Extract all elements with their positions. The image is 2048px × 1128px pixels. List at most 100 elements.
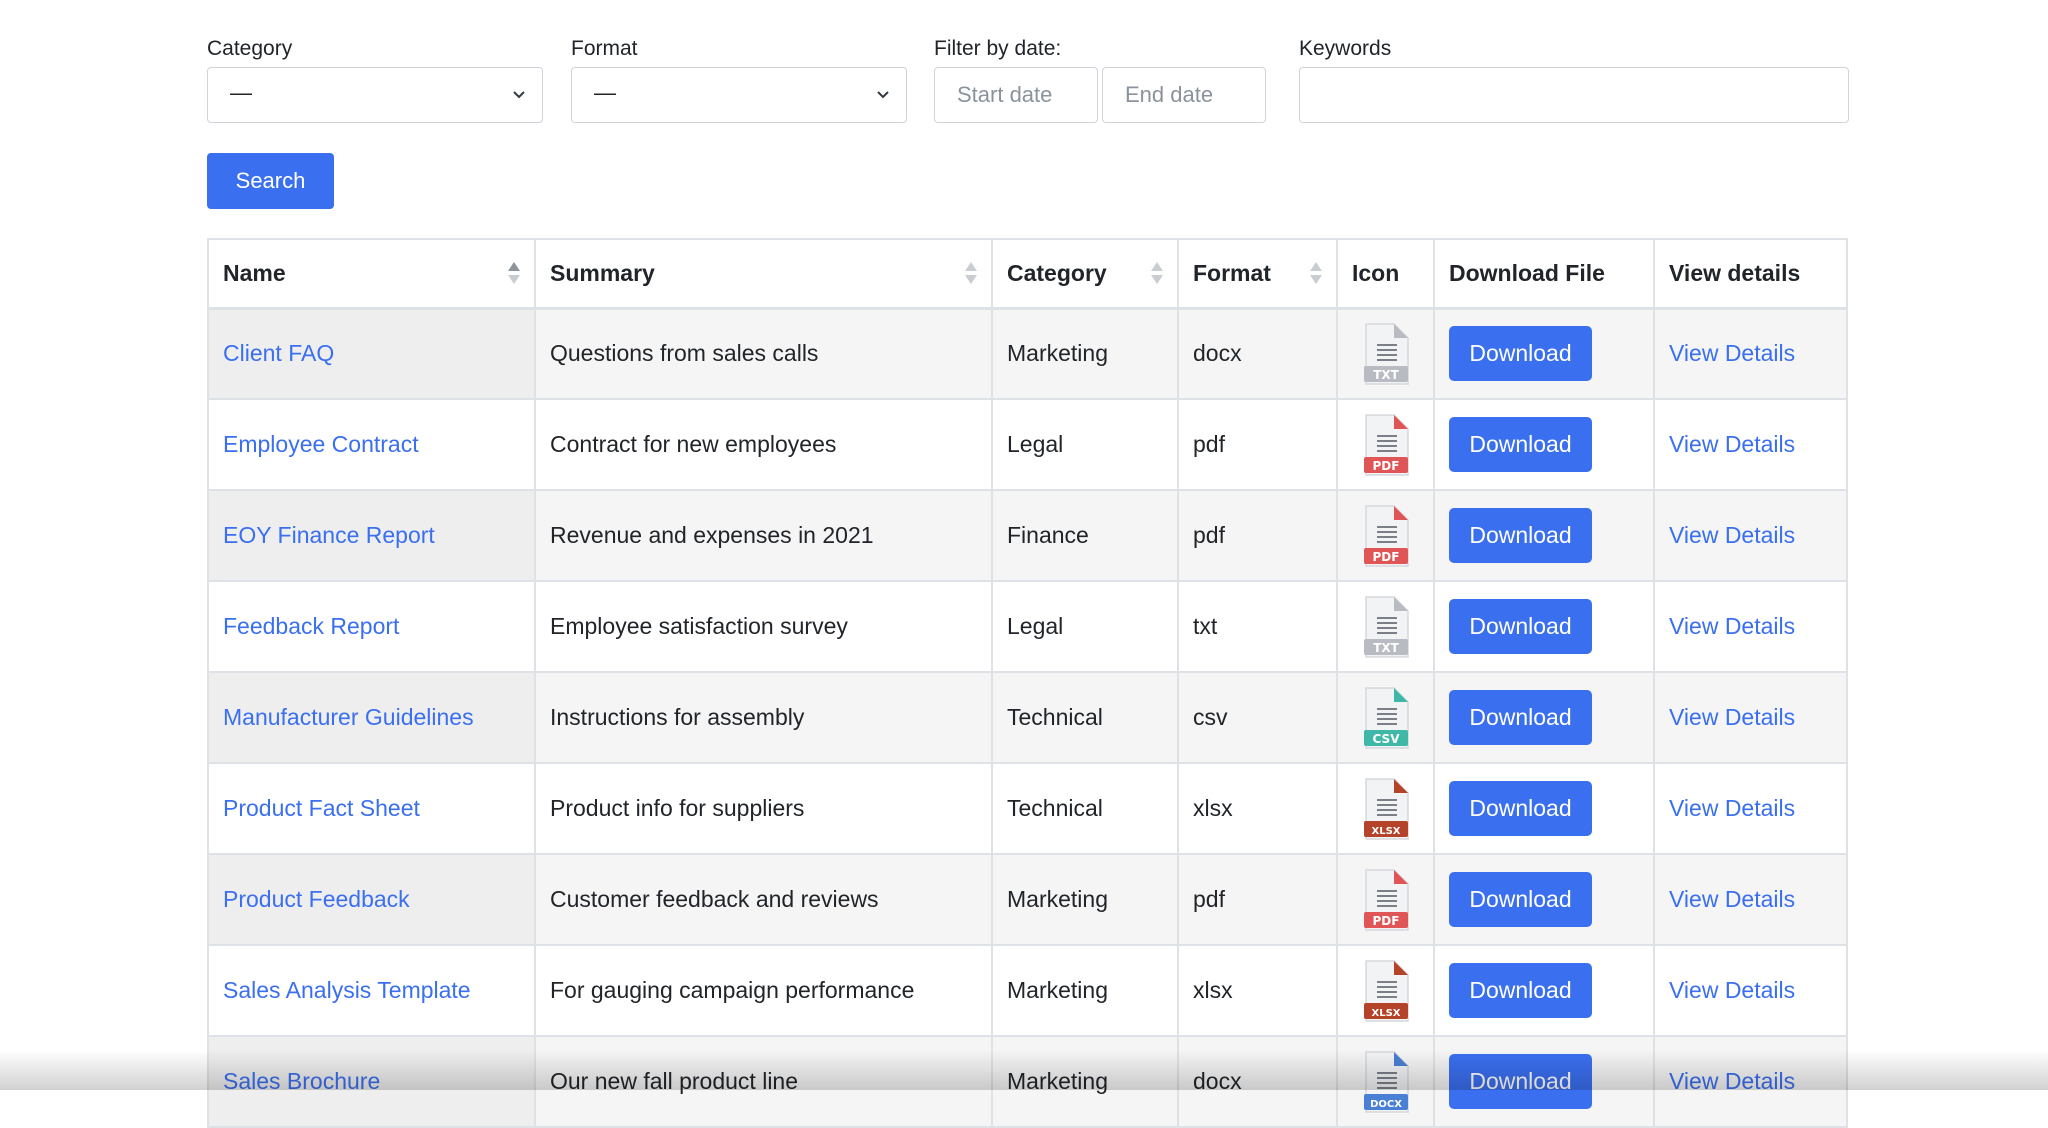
document-name-link[interactable]: Employee Contract <box>223 431 419 457</box>
column-header-label: Category <box>1007 259 1107 286</box>
format-cell: pdf <box>1177 853 1338 946</box>
table-body: Client FAQ Questions from sales calls Mark… <box>207 307 1848 1128</box>
view-details-link[interactable]: View Details <box>1669 1068 1795 1094</box>
table-row: Client FAQ Questions from sales calls Mark… <box>207 307 1848 400</box>
file-type-label: XLSX <box>1371 1008 1400 1019</box>
details-cell: View Details <box>1653 1035 1848 1128</box>
name-cell: Manufacturer Guidelines <box>207 671 536 764</box>
category-select[interactable]: — <box>207 67 543 123</box>
view-details-link[interactable]: View Details <box>1669 886 1795 912</box>
txt-file-icon: TXT <box>1363 323 1409 385</box>
column-header-category[interactable]: Category <box>991 238 1179 310</box>
download-cell: Download <box>1433 489 1655 582</box>
view-details-link[interactable]: View Details <box>1669 977 1795 1003</box>
download-button[interactable]: Download <box>1449 599 1592 654</box>
table-row: Feedback Report Employee satisfaction sur… <box>207 580 1848 673</box>
table-row: Employee Contract Contract for new employ… <box>207 398 1848 491</box>
view-details-link[interactable]: View Details <box>1669 613 1795 639</box>
sort-icon <box>965 262 977 286</box>
download-button[interactable]: Download <box>1449 417 1592 472</box>
download-cell: Download <box>1433 580 1655 673</box>
download-cell: Download <box>1433 944 1655 1037</box>
download-cell: Download <box>1433 1035 1655 1128</box>
category-select-value: — <box>230 80 252 105</box>
download-button[interactable]: Download <box>1449 326 1592 382</box>
keywords-input[interactable] <box>1299 67 1849 123</box>
icon-cell: XLSX <box>1336 944 1435 1037</box>
icon-cell: TXT <box>1336 307 1435 400</box>
file-type-label: XLSX <box>1371 826 1400 837</box>
category-filter-label: Category <box>207 37 293 60</box>
icon-cell: TXT <box>1336 580 1435 673</box>
document-name-link[interactable]: Sales Analysis Template <box>223 977 471 1003</box>
column-header-label: Summary <box>550 259 655 286</box>
category-filter: Category — <box>207 35 543 123</box>
end-date-input[interactable] <box>1102 67 1266 123</box>
format-cell: docx <box>1177 1035 1338 1128</box>
sort-icon <box>1151 262 1163 286</box>
sort-ascending-icon <box>508 262 520 286</box>
name-cell: Sales Analysis Template <box>207 944 536 1037</box>
category-cell: Legal <box>991 580 1179 673</box>
table-row: Manufacturer Guidelines Instructions for … <box>207 671 1848 764</box>
sort-icon <box>1310 262 1322 286</box>
column-header-format[interactable]: Format <box>1177 238 1338 310</box>
column-header-label: Format <box>1193 259 1271 286</box>
category-cell: Legal <box>991 398 1179 491</box>
table-row: Sales Analysis Template For gauging campa… <box>207 944 1848 1037</box>
document-name-link[interactable]: Product Feedback <box>223 886 410 912</box>
documents-table: Name Summary Category Format Icon Downlo… <box>207 238 1848 1128</box>
summary-cell: Instructions for assembly <box>534 671 993 764</box>
summary-cell: Contract for new employees <box>534 398 993 491</box>
column-header-name[interactable]: Name <box>207 238 536 310</box>
txt-file-icon: TXT <box>1363 595 1409 658</box>
xlsx-file-icon: XLSX <box>1363 777 1409 840</box>
format-cell: csv <box>1177 671 1338 764</box>
document-name-link[interactable]: Product Fact Sheet <box>223 795 420 821</box>
date-filter: Filter by date: <box>934 35 1266 123</box>
format-select[interactable]: — <box>571 67 907 123</box>
document-name-link[interactable]: Manufacturer Guidelines <box>223 704 474 730</box>
view-details-link[interactable]: View Details <box>1669 704 1795 730</box>
pdf-file-icon: PDF <box>1363 504 1409 567</box>
format-filter-label: Format <box>571 37 638 60</box>
view-details-link[interactable]: View Details <box>1669 795 1795 821</box>
icon-cell: DOCX <box>1336 1035 1435 1128</box>
summary-cell: For gauging campaign performance <box>534 944 993 1037</box>
details-cell: View Details <box>1653 944 1848 1037</box>
chevron-down-icon <box>877 91 889 99</box>
view-details-link[interactable]: View Details <box>1669 522 1795 548</box>
table-header-row: Name Summary Category Format Icon Downlo… <box>207 238 1848 310</box>
document-name-link[interactable]: Sales Brochure <box>223 1068 380 1094</box>
name-cell: Employee Contract <box>207 398 536 491</box>
column-header-summary[interactable]: Summary <box>534 238 993 310</box>
column-header-details: View details <box>1653 238 1848 310</box>
category-cell: Marketing <box>991 853 1179 946</box>
table-row: EOY Finance Report Revenue and expenses i… <box>207 489 1848 582</box>
details-cell: View Details <box>1653 307 1848 400</box>
download-button[interactable]: Download <box>1449 781 1592 836</box>
icon-cell: PDF <box>1336 398 1435 491</box>
download-button[interactable]: Download <box>1449 1054 1592 1109</box>
search-button[interactable]: Search <box>207 153 334 209</box>
category-cell: Marketing <box>991 1035 1179 1128</box>
xlsx-file-icon: XLSX <box>1363 959 1409 1022</box>
document-name-link[interactable]: Client FAQ <box>223 340 334 366</box>
name-cell: Product Fact Sheet <box>207 762 536 855</box>
format-filter: Format — <box>571 35 907 123</box>
view-details-link[interactable]: View Details <box>1669 340 1795 366</box>
format-select-value: — <box>594 80 616 105</box>
view-details-link[interactable]: View Details <box>1669 431 1795 457</box>
download-button[interactable]: Download <box>1449 872 1592 927</box>
file-type-label: CSV <box>1372 732 1400 746</box>
download-button[interactable]: Download <box>1449 690 1592 745</box>
document-name-link[interactable]: EOY Finance Report <box>223 522 435 548</box>
document-name-link[interactable]: Feedback Report <box>223 613 399 639</box>
date-filter-label: Filter by date: <box>934 37 1062 60</box>
keywords-filter: Keywords <box>1299 35 1849 123</box>
filter-bar: Category — Format — Filter by date: Keyw… <box>207 35 1849 127</box>
start-date-input[interactable] <box>934 67 1098 123</box>
download-button[interactable]: Download <box>1449 508 1592 563</box>
icon-cell: PDF <box>1336 853 1435 946</box>
download-button[interactable]: Download <box>1449 963 1592 1018</box>
